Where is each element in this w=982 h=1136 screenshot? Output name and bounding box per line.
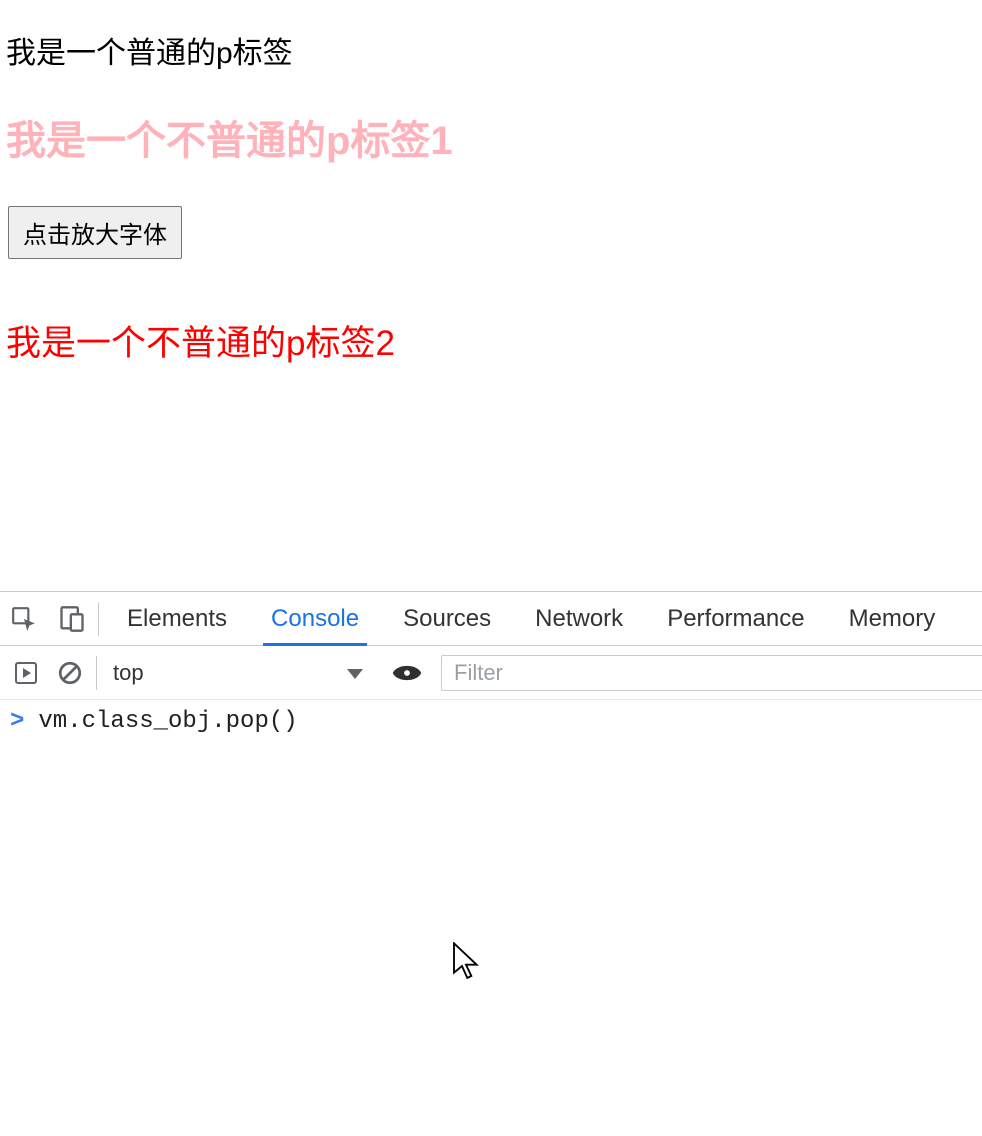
tab-elements[interactable]: Elements [105,592,249,645]
console-body: > vm.class_obj.pop() [0,700,982,1136]
chevron-down-icon [347,669,363,679]
device-toolbar-icon[interactable] [48,592,96,646]
play-icon[interactable] [4,646,48,700]
inspect-element-icon[interactable] [0,592,48,646]
tab-performance[interactable]: Performance [645,592,826,645]
toolbar-divider [96,656,97,690]
live-expression-icon[interactable] [379,663,435,683]
rendered-page: 我是一个普通的p标签 我是一个不普通的p标签1 点击放大字体 我是一个不普通的p… [0,0,982,366]
paragraph-special-2: 我是一个不普通的p标签2 [6,315,976,366]
devtools-tabbar: Elements Console Sources Network Perform… [0,592,982,646]
devtools-panel: Elements Console Sources Network Perform… [0,591,982,1136]
paragraph-normal: 我是一个普通的p标签 [6,28,976,72]
enlarge-font-button[interactable]: 点击放大字体 [8,206,182,259]
tab-network[interactable]: Network [513,592,645,645]
tab-console[interactable]: Console [249,592,381,645]
tab-sources[interactable]: Sources [381,592,513,645]
execution-context-select[interactable]: top [107,646,379,699]
tabbar-divider [98,602,99,636]
console-prompt-icon: > [10,708,24,735]
console-input-line[interactable]: > vm.class_obj.pop() [0,704,982,739]
console-filter-input[interactable] [452,659,982,687]
paragraph-special-1: 我是一个不普通的p标签1 [6,108,976,166]
console-input-text: vm.class_obj.pop() [38,708,297,735]
clear-console-icon[interactable] [48,646,92,700]
tab-memory[interactable]: Memory [827,592,958,645]
context-value: top [113,660,144,686]
console-toolbar: top [0,646,982,700]
filter-field-wrap [441,655,982,691]
